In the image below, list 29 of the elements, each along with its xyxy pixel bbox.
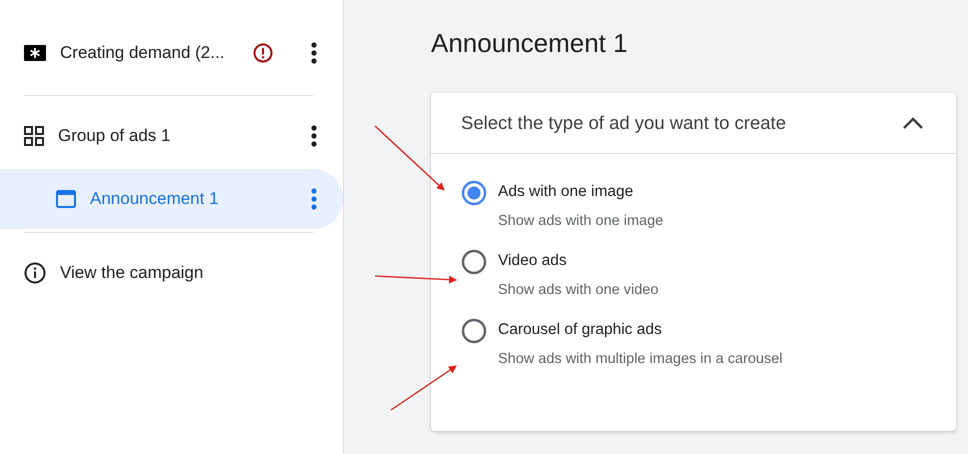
- option-label: Carousel of graphic ads: [498, 321, 663, 339]
- option-description: Show ads with one video: [498, 282, 658, 298]
- more-icon: [311, 42, 317, 64]
- sidebar-item[interactable]: Creating demand (2...: [0, 23, 343, 83]
- sidebar-item[interactable]: Group of ads 1: [0, 106, 343, 166]
- sidebar-item[interactable]: Announcement 1: [0, 169, 343, 229]
- item-label: Announcement 1: [90, 189, 220, 209]
- card-heading: Select the type of ad you want to create: [461, 112, 787, 134]
- item-label: View the campaign: [60, 263, 204, 283]
- more-icon: [311, 125, 317, 147]
- annotation-arrow: [374, 126, 445, 191]
- page-title: Announcement 1: [431, 28, 629, 59]
- radio-button[interactable]: [461, 249, 487, 275]
- option-description: Show ads with multiple images in a carousel: [498, 351, 782, 367]
- grid-icon: [24, 126, 44, 146]
- window-icon: [56, 190, 76, 208]
- radio-button[interactable]: [461, 318, 487, 344]
- item-label: Group of ads 1: [58, 126, 172, 146]
- item-label: Creating demand (2...: [60, 43, 226, 63]
- sidebar-item[interactable]: View the campaign: [0, 243, 343, 303]
- option-description: Show ads with one image: [498, 213, 664, 229]
- option-label: Video ads: [498, 252, 568, 270]
- more-icon: [311, 188, 317, 210]
- option-label: Ads with one image: [498, 183, 634, 201]
- info-icon: [24, 262, 46, 284]
- chevron-icon: [902, 116, 924, 130]
- campaign-icon: [24, 45, 46, 61]
- annotation-arrow: [390, 365, 457, 411]
- radio-button[interactable]: [461, 180, 487, 206]
